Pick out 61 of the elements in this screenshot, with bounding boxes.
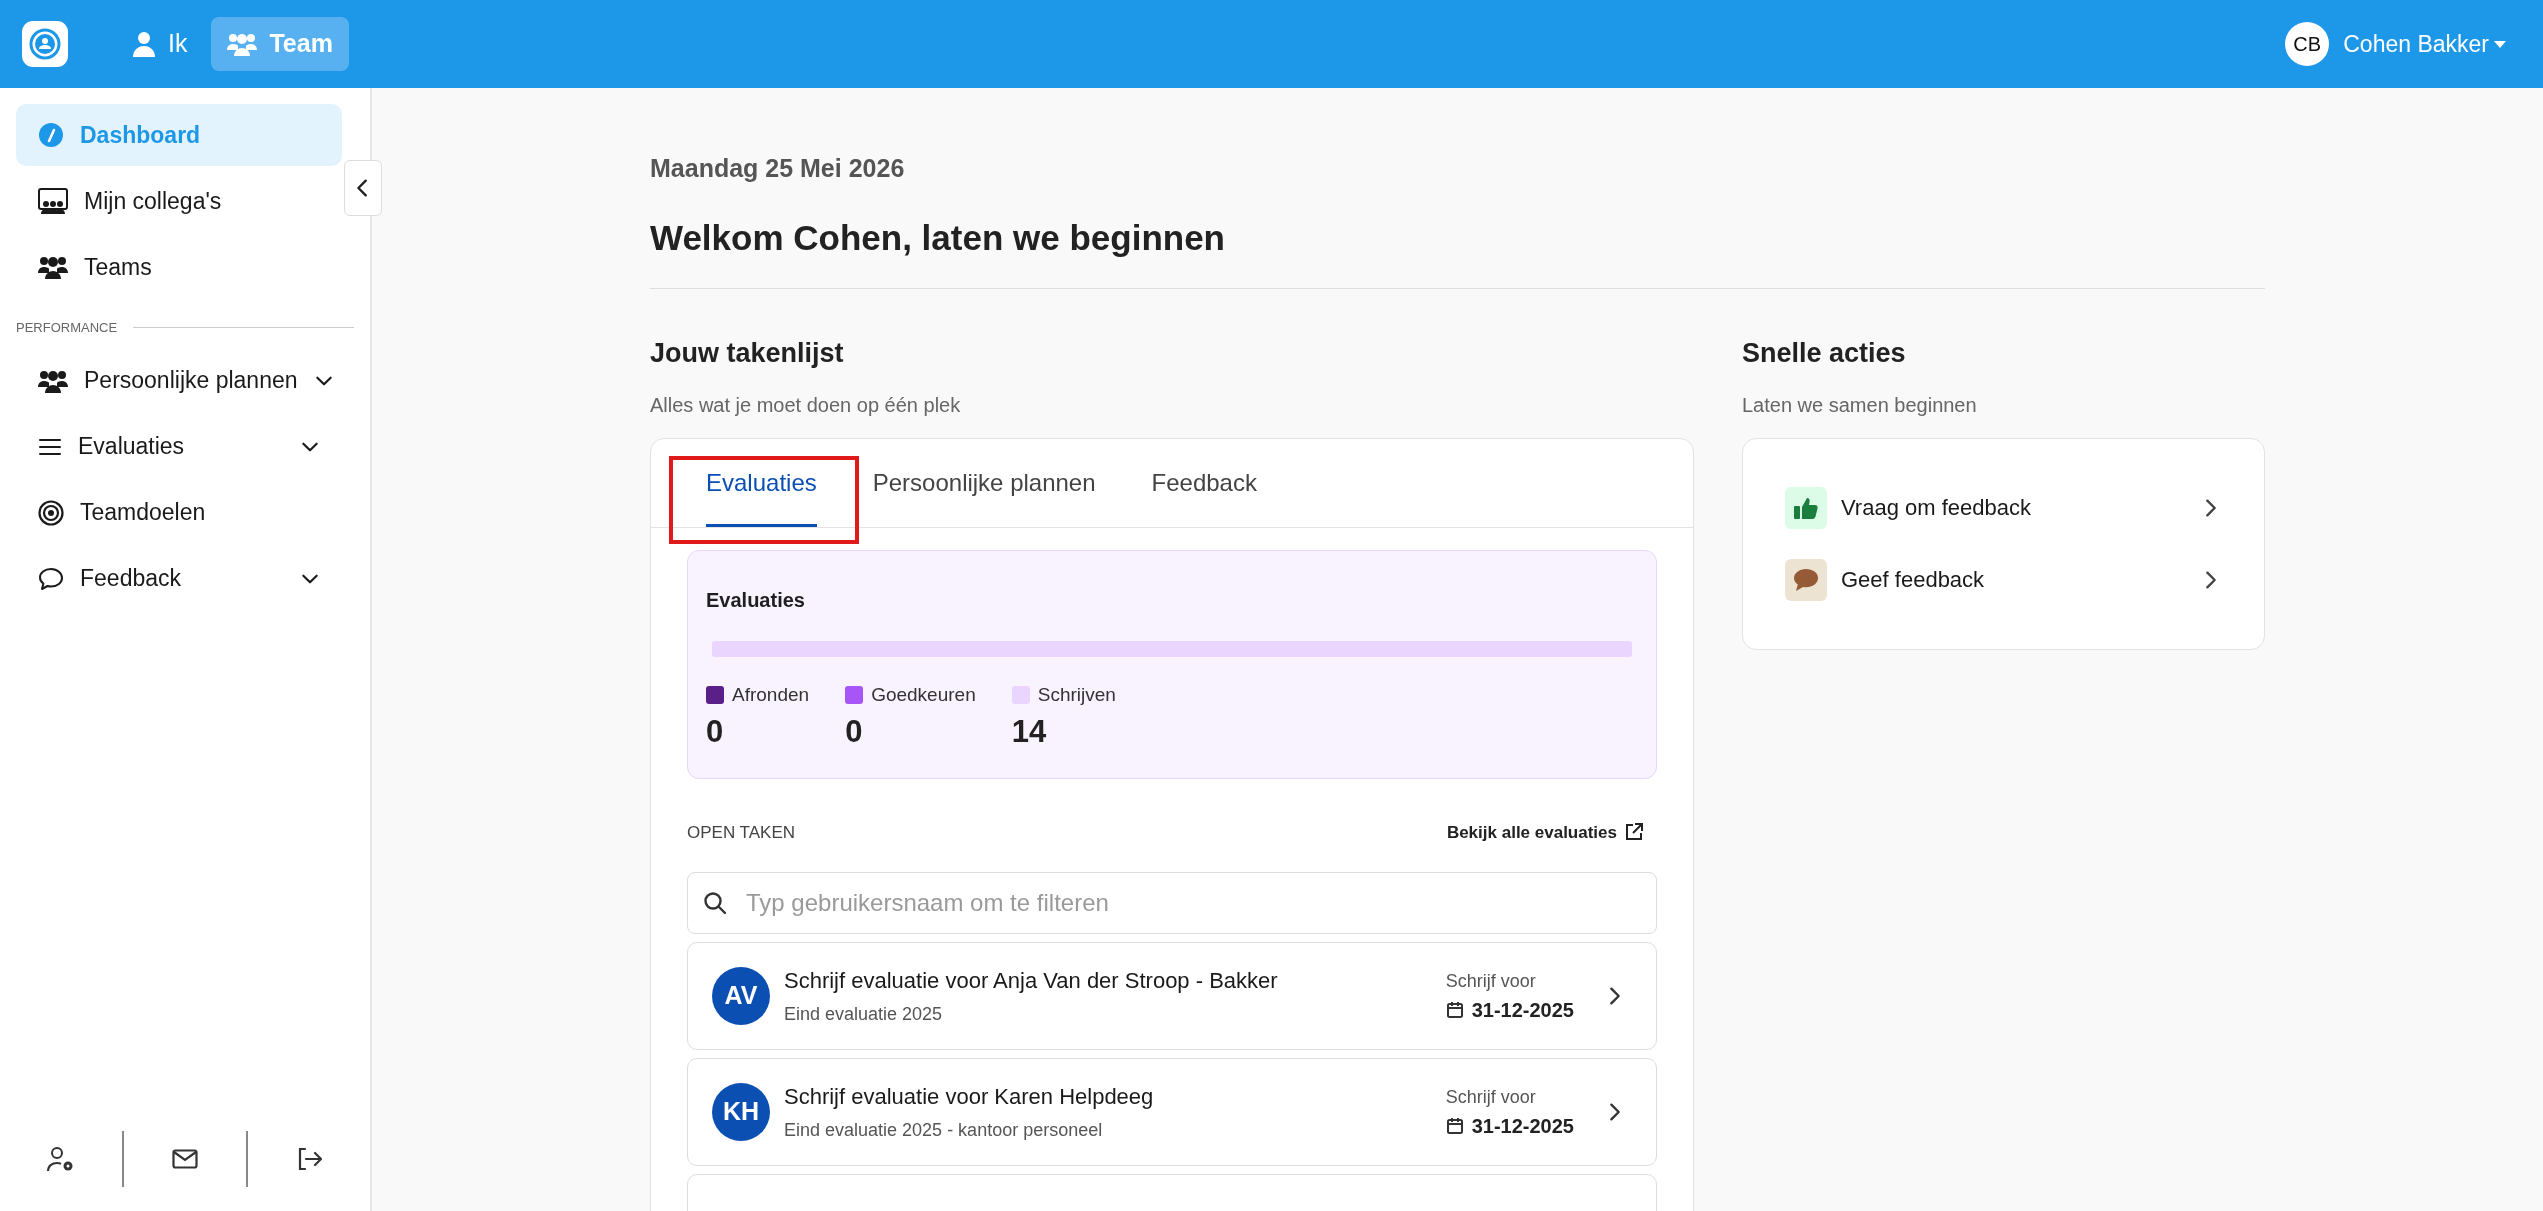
calendar-icon [1445, 1116, 1464, 1135]
presentation-icon [38, 188, 68, 214]
quick-action[interactable]: Vraag om feedback [1785, 486, 2222, 529]
app-logo [22, 21, 68, 67]
mail-icon[interactable] [172, 1149, 198, 1169]
legend-count: 14 [1011, 713, 1048, 751]
quick-action[interactable]: Geef feedback [1785, 558, 2222, 601]
task-title: Schrijf evaluatie voor Karen Helpdeeg [784, 1083, 1155, 1111]
logout-icon[interactable] [296, 1147, 322, 1171]
speech-bubble-icon [38, 566, 64, 591]
legend-label: Afronden [732, 682, 810, 707]
search-icon [703, 891, 727, 915]
sidebar-item[interactable]: Evaluaties [16, 415, 342, 478]
tab[interactable]: Persoonlijke plannen [854, 438, 1114, 527]
date-text: Maandag 25 Mei 2026 [650, 153, 906, 184]
legend-label: Goedkeuren [871, 682, 976, 707]
task-subtitle: Eind evaluatie 2025 [784, 1003, 944, 1026]
calendar-icon [1445, 1000, 1464, 1019]
sidebar-item[interactable]: Mijn collega's [16, 170, 342, 232]
gauge-icon [38, 122, 64, 148]
legend-count: 0 [706, 713, 725, 751]
task-title: Schrijf evaluatie voor Anja Van der Stroop - Bakker [784, 967, 1279, 995]
section-title: Jouw takenlijst [650, 337, 845, 370]
thumbs-up-icon [1785, 486, 1827, 529]
list-label: OPEN TAKEN [687, 821, 795, 844]
sidebar-item[interactable]: Feedback [16, 547, 342, 610]
view-all-link[interactable]: Bekijk alle evaluaties [1440, 818, 1649, 846]
sidebar-item[interactable]: Teams [16, 236, 342, 298]
section-subtitle: Laten we samen beginnen [1742, 392, 1978, 418]
user-avatar: CB [2285, 22, 2330, 66]
user-avatar: KH [712, 1083, 770, 1141]
speech-bubble-icon [1785, 558, 1827, 601]
due-date: 31-12-2025 [1471, 997, 1574, 1023]
task-subtitle: Eind evaluatie 2025 - kantoor personeel [784, 1119, 1104, 1142]
search-field[interactable]: Typ gebruikersnaam om te filteren [687, 872, 1657, 934]
section-label: PERFORMANCE [16, 319, 118, 337]
due-date: 31-12-2025 [1471, 1113, 1574, 1139]
due-label: Schrijf voor [1445, 969, 1537, 993]
tab[interactable]: Feedback [1133, 438, 1275, 527]
welcome-heading: Welkom Cohen, laten we beginnen [650, 216, 1226, 259]
task-row[interactable]: AV Schrijf evaluatie voor Anja Van der Stroop - Bakker Eind evaluatie 2025 Schrijf voor 31-12-2025 [687, 942, 1657, 1050]
caret-icon [2493, 39, 2507, 49]
target-icon [38, 499, 64, 526]
external-link-icon [1625, 823, 1643, 842]
people-icon [38, 255, 68, 279]
person-icon [132, 31, 156, 57]
section-subtitle: Alles wat je moet doen op één plek [650, 392, 962, 418]
people-icon [38, 368, 68, 393]
sidebar-item[interactable]: Persoonlijke plannen [16, 349, 342, 412]
people-icon [227, 32, 258, 56]
sidebar-item[interactable]: Teamdoelen [16, 481, 342, 544]
task-row[interactable]: KH Schrijf evaluatie voor Karen Helpdeeg Eind evaluatie 2025 - kantoor personeel Schrijf voor 31-12-2025 [687, 1058, 1657, 1166]
user-avatar: AV [712, 967, 770, 1025]
menu-icon [38, 436, 62, 457]
panel-title: Evaluaties [706, 587, 806, 613]
legend-label: Schrijven [1037, 682, 1116, 707]
collapse-button[interactable] [344, 160, 382, 216]
tab[interactable]: Evaluaties [688, 438, 835, 527]
legend-count: 0 [845, 713, 864, 751]
due-label: Schrijf voor [1445, 1085, 1537, 1109]
section-title: Snelle acties [1742, 337, 1907, 370]
